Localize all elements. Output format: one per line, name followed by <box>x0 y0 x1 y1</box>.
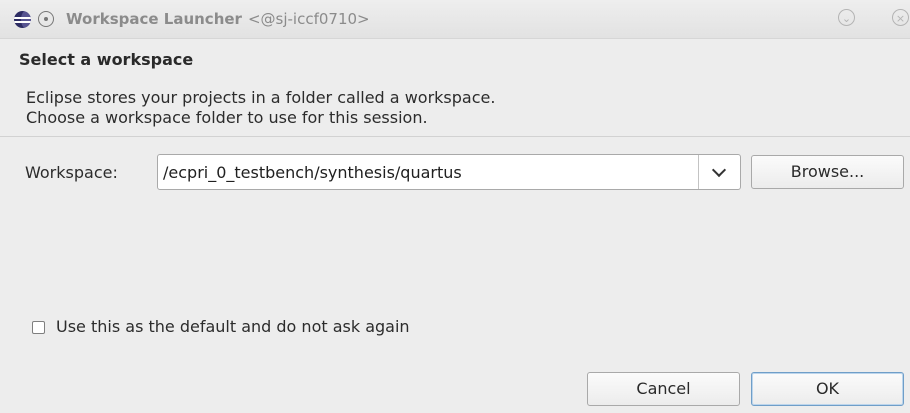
default-workspace-checkbox-label[interactable]: Use this as the default and do not ask a… <box>56 317 410 336</box>
workspace-launcher-dialog: Workspace Launcher <@sj-iccf0710> ⌄ × Sel… <box>0 0 910 413</box>
description-line-2: Choose a workspace folder to use for thi… <box>26 108 428 127</box>
title-bar[interactable]: Workspace Launcher <@sj-iccf0710> ⌄ × <box>0 0 910 39</box>
eclipse-logo-icon <box>14 11 31 28</box>
window-menu-icon[interactable] <box>38 11 54 27</box>
close-icon[interactable]: × <box>892 9 909 26</box>
dialog-heading: Select a workspace <box>19 50 194 69</box>
header-separator <box>0 136 910 137</box>
workspace-dropdown-button[interactable] <box>698 155 741 189</box>
cancel-button[interactable]: Cancel <box>587 372 740 406</box>
browse-button[interactable]: Browse... <box>751 155 904 189</box>
window-host: <@sj-iccf0710> <box>247 10 370 28</box>
minimize-icon[interactable]: ⌄ <box>838 9 855 26</box>
default-workspace-checkbox[interactable] <box>32 321 45 334</box>
workspace-combo[interactable] <box>157 154 741 190</box>
ok-button[interactable]: OK <box>751 372 904 406</box>
description-line-1: Eclipse stores your projects in a folder… <box>26 88 496 107</box>
window-title: Workspace Launcher <@sj-iccf0710> <box>66 10 370 28</box>
workspace-label: Workspace: <box>25 163 118 182</box>
window-title-label: Workspace Launcher <box>66 10 242 28</box>
workspace-path-input[interactable] <box>159 156 697 188</box>
chevron-down-icon <box>711 162 727 178</box>
